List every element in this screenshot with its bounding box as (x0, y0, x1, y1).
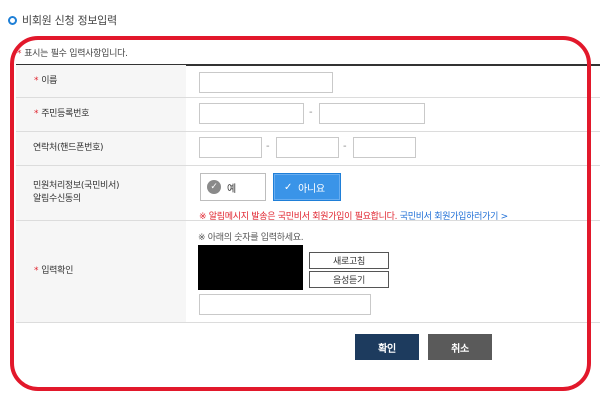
consent-no-label: 아니요 (298, 183, 325, 195)
consent-label-line1: 민원처리정보(국민비서) (33, 181, 120, 191)
required-star: * (17, 49, 22, 59)
resident-number-field-cell: - (186, 98, 600, 131)
check-circle-icon: ✓ (207, 180, 221, 194)
application-form: * 표시는 필수 입력사항입니다. * 이름 * 주민등록번호 - 연락처(핸드… (0, 38, 600, 412)
captcha-hint: ※ 아래의 숫자를 입력하세요. (198, 233, 304, 243)
captcha-row: * 입력확인 ※ 아래의 숫자를 입력하세요. 새로고침 음성듣기 (16, 221, 600, 323)
cancel-button[interactable]: 취소 (428, 334, 492, 360)
required-note: * 표시는 필수 입력사항입니다. (17, 46, 128, 59)
name-label-text: 이름 (41, 75, 58, 86)
resident-number-label-text: 주민등록번호 (41, 109, 90, 119)
consent-row: 민원처리정보(국민비서) 알림수신동의 ✓ 예 ✓ 아니요 ※ 알림메시지 발송… (16, 166, 600, 222)
name-input[interactable] (199, 72, 333, 93)
phone-part3-input[interactable] (353, 137, 416, 158)
phone-label-text: 연락처(핸드폰번호) (33, 143, 104, 153)
required-star: * (34, 266, 39, 276)
confirm-button[interactable]: 확인 (355, 334, 419, 360)
consent-no-button[interactable]: ✓ 아니요 (273, 173, 341, 201)
captcha-field-cell: ※ 아래의 숫자를 입력하세요. 새로고침 음성듣기 (186, 221, 600, 322)
consent-yes-button[interactable]: ✓ 예 (200, 173, 266, 201)
phone-separator-2: - (343, 141, 347, 152)
resident-number-front-input[interactable] (199, 103, 304, 124)
name-label: * 이름 (16, 65, 186, 97)
name-row: * 이름 (16, 65, 600, 98)
captcha-label-text: 입력확인 (41, 266, 74, 276)
section-header: 비회원 신청 정보입력 (8, 13, 117, 27)
section-title: 비회원 신청 정보입력 (22, 14, 117, 27)
consent-label-line2: 알림수신동의 (33, 194, 81, 204)
required-note-text: 표시는 필수 입력사항입니다. (24, 49, 128, 59)
resident-number-row: * 주민등록번호 - (16, 98, 600, 132)
phone-field-cell: - - (186, 132, 600, 165)
phone-row: 연락처(핸드폰번호) - - (16, 132, 600, 166)
phone-part1-input[interactable] (199, 137, 262, 158)
required-star: * (34, 109, 39, 119)
resident-number-back-input[interactable] (319, 103, 425, 124)
captcha-refresh-button[interactable]: 새로고침 (309, 252, 389, 269)
captcha-input[interactable] (199, 294, 371, 315)
required-star: * (34, 75, 39, 86)
consent-yes-label: 예 (227, 183, 236, 195)
resident-number-separator: - (309, 107, 313, 118)
captcha-voice-button[interactable]: 음성듣기 (309, 271, 389, 288)
name-field-cell (186, 65, 600, 97)
phone-separator-1: - (266, 141, 270, 152)
captcha-image (198, 245, 303, 290)
phone-part2-input[interactable] (276, 137, 339, 158)
phone-label: 연락처(핸드폰번호) (16, 132, 186, 165)
consent-field-cell: ✓ 예 ✓ 아니요 ※ 알림메시지 발송은 국민비서 회원가입이 필요합니다. … (186, 166, 600, 222)
captcha-label: * 입력확인 (16, 221, 186, 322)
consent-label: 민원처리정보(국민비서) 알림수신동의 (16, 166, 186, 220)
resident-number-label: * 주민등록번호 (16, 98, 186, 131)
circle-bullet-icon (8, 15, 17, 25)
check-icon: ✓ (284, 181, 293, 193)
